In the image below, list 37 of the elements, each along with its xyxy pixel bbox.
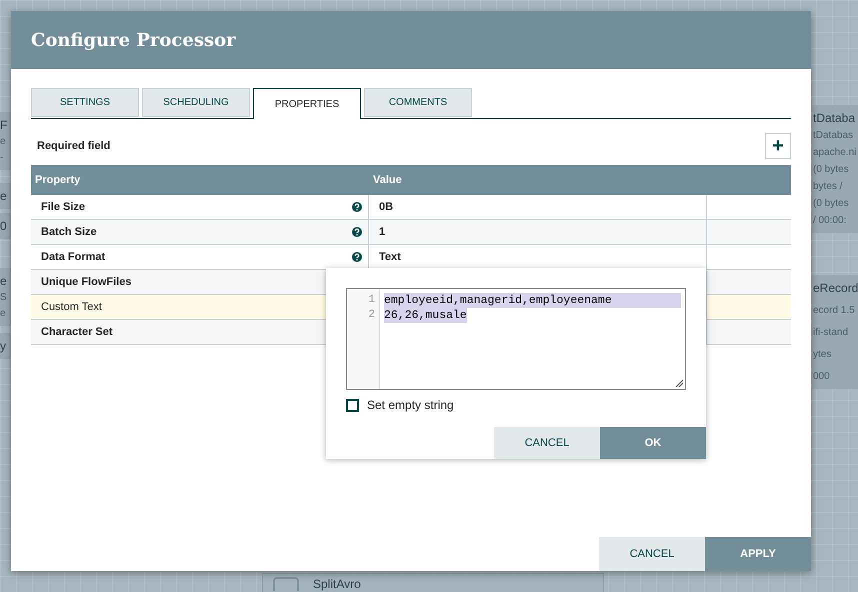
property-value: 1 — [369, 220, 707, 244]
card-text: e — [0, 136, 7, 148]
column-header: Value — [372, 174, 403, 186]
property-name: File Size — [41, 201, 86, 213]
checkbox-label: Set empty string — [367, 398, 454, 412]
card-text: y — [0, 339, 7, 354]
column-header: Property — [34, 174, 82, 186]
card-text: tDatabas — [813, 130, 854, 142]
card-text: bytes / — [813, 181, 844, 194]
card-text: - — [0, 152, 4, 164]
card-text: apache.ni — [813, 147, 858, 160]
property-name: Character Set — [41, 326, 113, 338]
card-text: tDataba — [813, 111, 856, 126]
card-text: e — [0, 189, 8, 204]
line-number: 2 — [368, 308, 375, 323]
property-name: Data Format — [41, 251, 106, 263]
card-text: ytes — [813, 349, 832, 362]
required-field-note: Required field — [36, 140, 110, 152]
property-name: Custom Text — [41, 301, 102, 313]
card-text: SplitAvro — [313, 577, 361, 592]
card-text: ifi-stand — [813, 327, 850, 340]
card-text: (0 bytes — [813, 198, 850, 210]
card-text: e — [0, 274, 8, 288]
property-name: Unique FlowFiles — [41, 276, 132, 288]
card-text: e — [0, 308, 7, 320]
card-text: 0 — [0, 219, 8, 234]
card-text: S — [0, 292, 8, 304]
card-text: ecord 1.5 — [813, 305, 856, 318]
property-name: Batch Size — [41, 226, 97, 238]
card-text: eRecord — [813, 281, 858, 296]
card-text: 000 — [813, 371, 831, 384]
card-text: (0 bytes — [813, 164, 850, 176]
card-text: F — [0, 118, 8, 132]
line-number: 1 — [368, 293, 375, 308]
dialog-title: Configure Processor — [31, 30, 236, 50]
property-value: 0B — [369, 195, 707, 219]
card-text: / 00:00: — [813, 215, 848, 228]
